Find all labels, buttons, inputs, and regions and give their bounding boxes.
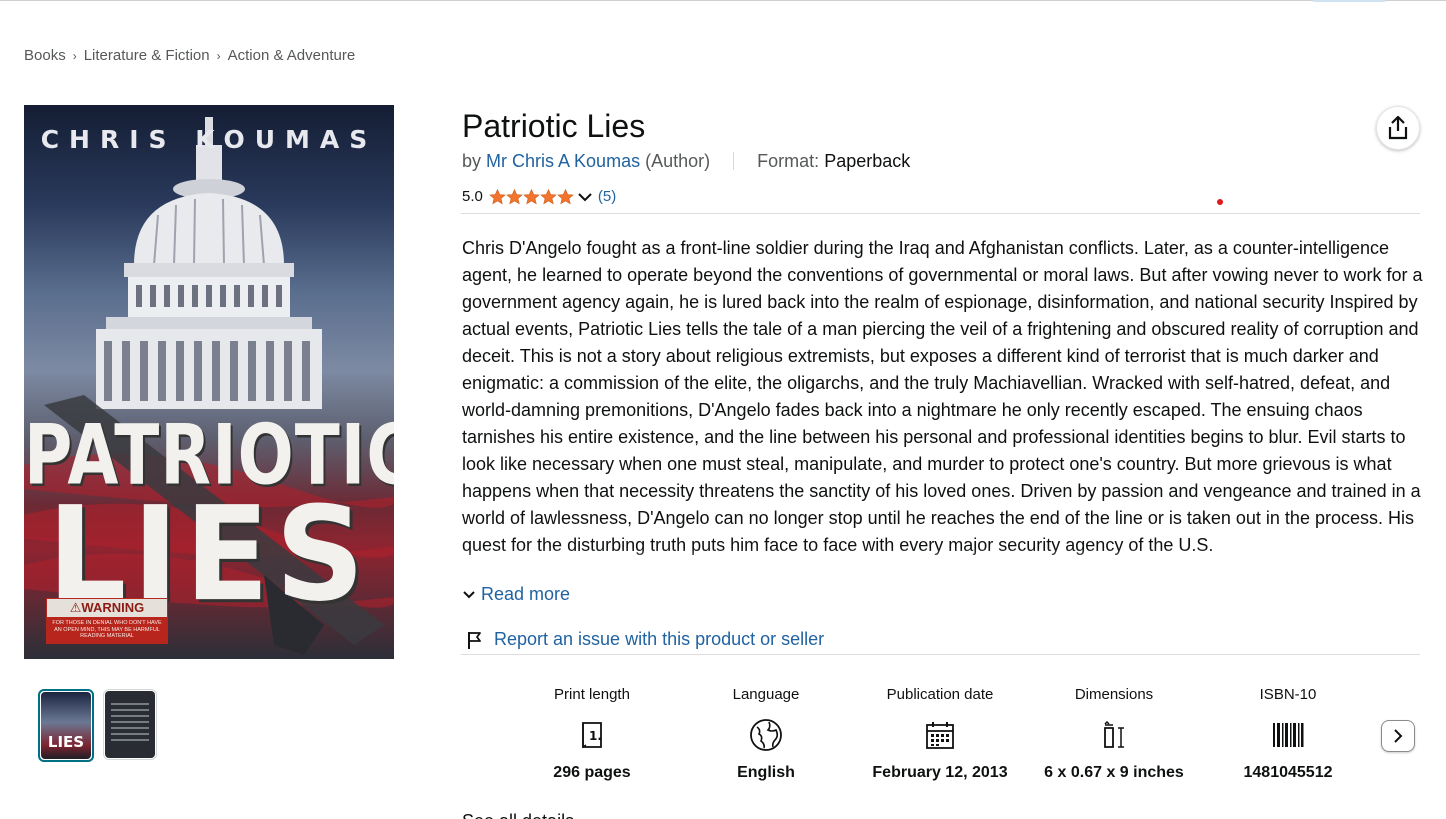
title-divider xyxy=(461,213,1420,214)
breadcrumb: Books › Literature & Fiction › Action & … xyxy=(24,47,355,64)
format-label: Format: xyxy=(757,151,820,171)
book-cover-image[interactable]: CHRIS KOUMAS PATRIOTIC LIES ⚠WARNING FOR… xyxy=(24,105,394,659)
cursor-dot xyxy=(1217,199,1223,205)
thumbnail-back-cover[interactable] xyxy=(103,689,157,760)
chevron-down-icon xyxy=(463,590,475,598)
globe-icon xyxy=(750,719,782,751)
star-icon xyxy=(540,188,557,204)
thumbnail-front-cover[interactable]: LIES xyxy=(38,689,94,762)
book-page-icon: 1. xyxy=(582,722,602,749)
byline-divider xyxy=(733,152,735,170)
read-more-link[interactable]: Read more xyxy=(462,584,570,605)
rating-summary: 5.0 (5) xyxy=(462,188,616,205)
description-fade xyxy=(462,548,1424,576)
detail-value: 296 pages xyxy=(553,764,631,781)
detail-print-length: Print length 1. 296 pages xyxy=(505,686,679,782)
detail-publication-date: Publication date February 12, 2013 xyxy=(853,686,1027,782)
detail-label: ISBN-10 xyxy=(1259,686,1317,703)
dimensions-icon xyxy=(1104,720,1124,748)
calendar-icon xyxy=(926,722,954,749)
detail-label: Language xyxy=(732,686,800,703)
breadcrumb-books[interactable]: Books xyxy=(24,47,66,64)
report-divider xyxy=(461,654,1420,655)
detail-value: 1481045512 xyxy=(1243,764,1333,781)
chevron-right-icon xyxy=(1394,729,1403,743)
barcode-icon xyxy=(1273,723,1304,747)
star-icon xyxy=(489,188,506,204)
detail-dimensions: Dimensions 6 x 0.67 x 9 inches xyxy=(1027,686,1201,782)
star-icon xyxy=(557,188,574,204)
cover-warning-heading: ⚠WARNING xyxy=(47,599,167,617)
product-title: Patriotic Lies xyxy=(462,108,646,144)
thumbnail-back-image xyxy=(105,691,155,758)
star-rating[interactable] xyxy=(489,188,574,205)
detail-language: Language English xyxy=(679,686,853,782)
detail-value: February 12, 2013 xyxy=(872,764,1008,781)
detail-label: Print length xyxy=(554,686,630,703)
report-issue-label: Report an issue with this product or sel… xyxy=(494,629,825,649)
thumbnail-front-image: LIES xyxy=(41,692,91,759)
cover-warning-label: ⚠WARNING FOR THOSE IN DENIAL WHO DON'T H… xyxy=(46,598,168,644)
top-divider xyxy=(0,0,1446,1)
chevron-right-icon: › xyxy=(72,48,77,63)
see-all-details-link[interactable]: See all details xyxy=(462,811,574,819)
detail-isbn-10: ISBN-10 1481045512 xyxy=(1201,686,1375,782)
detail-label: Dimensions xyxy=(1074,686,1154,703)
carousel-next-button[interactable] xyxy=(1381,720,1415,752)
top-accent xyxy=(1313,0,1385,2)
read-more-label: Read more xyxy=(481,584,571,604)
cover-warning-body: FOR THOSE IN DENIAL WHO DON'T HAVE AN OP… xyxy=(47,617,167,643)
thumbnail-front-text: LIES xyxy=(47,733,85,751)
report-issue-link[interactable]: Report an issue with this product or sel… xyxy=(466,629,824,650)
breadcrumb-action-adventure[interactable]: Action & Adventure xyxy=(228,47,356,64)
chevron-right-icon: › xyxy=(216,48,221,63)
svg-text:1.: 1. xyxy=(589,729,602,743)
byline: by Mr Chris A Koumas (Author) Format: Pa… xyxy=(462,151,910,172)
rating-score: 5.0 xyxy=(462,188,483,205)
detail-value: English xyxy=(737,764,795,781)
detail-label: Publication date xyxy=(886,686,994,703)
by-label: by xyxy=(462,151,482,171)
rating-count-link[interactable]: (5) xyxy=(598,188,616,205)
breadcrumb-literature-fiction[interactable]: Literature & Fiction xyxy=(84,47,210,64)
chevron-down-icon[interactable] xyxy=(576,190,594,204)
cover-author-text: CHRIS KOUMAS xyxy=(40,125,378,154)
share-button[interactable] xyxy=(1376,106,1420,150)
star-icon xyxy=(506,188,523,204)
product-details-carousel: Print length 1. 296 pages Language Engli… xyxy=(505,686,1375,782)
format-value: Paperback xyxy=(824,151,911,171)
thumbnail-strip: LIES xyxy=(38,689,157,762)
detail-value: 6 x 0.67 x 9 inches xyxy=(1044,764,1184,781)
share-icon xyxy=(1388,115,1408,140)
flag-icon xyxy=(468,631,481,649)
star-icon xyxy=(523,188,540,204)
product-description: Chris D'Angelo fought as a front-line so… xyxy=(462,238,1423,555)
author-link[interactable]: Mr Chris A Koumas xyxy=(486,151,640,171)
author-role: (Author) xyxy=(645,151,711,171)
